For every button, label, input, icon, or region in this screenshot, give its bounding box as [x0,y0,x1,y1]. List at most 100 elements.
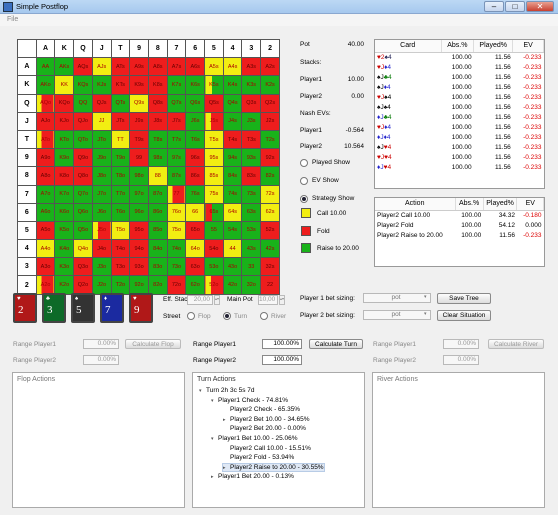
grid-hand-cell[interactable]: QJo [73,111,93,131]
grid-hand-cell[interactable]: 74s [222,184,243,204]
table-row[interactable]: ♥J♦4 100.00 11.56 -0.233 [375,62,544,72]
col-played[interactable]: Played% [473,40,514,53]
grid-hand-cell[interactable]: 65s [204,202,224,222]
grid-hand-cell[interactable]: 54o [204,239,224,259]
board-card[interactable]: ♣ 3 [42,293,66,323]
close-icon[interactable]: ✕ [526,1,554,12]
grid-hand-cell[interactable]: 88 [147,166,168,186]
grid-hand-cell[interactable]: T5o [110,220,131,241]
grid-hand-cell[interactable]: J2o [91,275,112,295]
grid-hand-cell[interactable]: 94s [222,148,243,168]
grid-hand-cell[interactable]: 86s [185,166,206,186]
strategy-show-radio[interactable] [300,195,308,203]
grid-hand-cell[interactable]: J6s [185,111,206,131]
grid-hand-cell[interactable]: 86o [147,202,168,222]
river-range-p2-input[interactable]: 0.00% [443,355,479,365]
grid-hand-cell[interactable]: T6o [110,202,131,222]
grid-hand-cell[interactable]: Q9o [73,148,93,168]
grid-hand-cell[interactable]: 64o [185,239,206,259]
grid-hand-cell[interactable]: Q5o [73,220,93,241]
eff-stack-spinner-icon[interactable]: ▴▾ [214,295,220,305]
grid-hand-cell[interactable]: AQs [73,57,93,77]
grid-hand-cell[interactable]: A3s [241,57,262,77]
grid-hand-cell[interactable]: Q4o [73,239,93,259]
grid-hand-cell[interactable]: 54s [222,220,243,241]
board-card[interactable]: ♦ 7 [100,293,124,323]
grid-hand-cell[interactable]: J8s [147,111,168,131]
grid-hand-cell[interactable]: 93s [241,148,262,168]
grid-hand-cell[interactable]: 43o [222,257,243,277]
grid-hand-cell[interactable]: 43s [241,239,262,259]
tree-toggle-icon[interactable]: ▾ [211,398,218,404]
grid-hand-cell[interactable]: 98o [129,166,149,186]
tree-toggle-icon[interactable]: ▾ [211,436,218,442]
grid-hand-cell[interactable]: K3s [241,75,262,95]
grid-hand-cell[interactable]: KJo [54,111,75,131]
grid-hand-cell[interactable]: K9o [54,148,75,168]
grid-hand-cell[interactable]: JJ [91,111,112,131]
grid-hand-cell[interactable]: 93o [129,257,149,277]
grid-hand-cell[interactable]: QTo [73,129,93,150]
grid-hand-cell[interactable]: 53o [204,257,224,277]
grid-hand-cell[interactable]: 77 [166,184,187,204]
grid-hand-cell[interactable]: K3o [54,257,75,277]
grid-hand-cell[interactable]: JTs [110,111,131,131]
grid-hand-cell[interactable]: KTo [54,129,75,150]
grid-hand-cell[interactable]: AKo [35,75,56,95]
grid-hand-cell[interactable]: 74o [166,239,187,259]
grid-hand-cell[interactable]: A9o [35,148,56,168]
col-card[interactable]: Card [375,40,442,53]
eff-stack-input[interactable]: 20,00 [187,295,213,305]
ev-show-radio[interactable] [300,177,308,185]
grid-hand-cell[interactable]: J3s [241,111,262,131]
grid-hand-cell[interactable]: J5s [204,111,224,131]
board-card[interactable]: ♠ 5 [71,293,95,323]
flop-range-p2-input[interactable]: 0.00% [83,355,119,365]
table-row[interactable]: Player2 Raise to 20.00 100.00 11.56 -0.233 [375,230,544,240]
save-tree-button[interactable]: Save Tree [437,293,491,304]
grid-hand-cell[interactable]: KQo [54,93,75,113]
grid-hand-cell[interactable]: 72o [166,275,187,295]
grid-hand-cell[interactable]: 65o [185,220,206,241]
grid-hand-cell[interactable]: J9s [129,111,149,131]
turn-range-p1-input[interactable]: 100.00% [262,339,302,349]
table-row[interactable]: Player2 Call 10.00 100.00 34.32 -0.180 [375,210,544,220]
grid-hand-cell[interactable]: J5o [91,220,112,241]
grid-hand-cell[interactable]: Q8o [73,166,93,186]
chevron-down-icon[interactable]: ▾ [424,311,427,317]
grid-hand-cell[interactable]: Q7s [166,93,187,113]
grid-hand-cell[interactable]: KQs [73,75,93,95]
board-card[interactable]: ♥ 9 [129,293,153,323]
grid-hand-cell[interactable]: KTs [110,75,131,95]
grid-hand-cell[interactable]: A6o [35,202,56,222]
grid-hand-cell[interactable]: 84o [147,239,168,259]
grid-hand-cell[interactable]: Q2s [260,93,280,113]
grid-hand-cell[interactable]: Q2o [73,275,93,295]
grid-hand-cell[interactable]: TT [110,129,131,150]
grid-hand-cell[interactable]: 87s [166,166,187,186]
grid-hand-cell[interactable]: T9s [129,129,149,150]
grid-hand-cell[interactable]: 53s [241,220,262,241]
grid-hand-cell[interactable]: J3o [91,257,112,277]
grid-hand-cell[interactable]: T2s [260,129,280,150]
tree-node[interactable]: ▾ Player1 Check - 74.81% [211,397,288,404]
grid-hand-cell[interactable]: J9o [91,148,112,168]
grid-hand-cell[interactable]: Q6o [73,202,93,222]
grid-hand-cell[interactable]: Q4s [222,93,243,113]
grid-hand-cell[interactable]: J2s [260,111,280,131]
grid-hand-cell[interactable]: T3o [110,257,131,277]
grid-hand-cell[interactable]: KJs [91,75,112,95]
grid-hand-cell[interactable]: K7s [166,75,187,95]
grid-hand-cell[interactable]: QQ [73,93,93,113]
grid-hand-cell[interactable]: K8o [54,166,75,186]
grid-hand-cell[interactable]: 94o [129,239,149,259]
grid-hand-cell[interactable]: 97s [166,148,187,168]
tree-toggle-icon[interactable]: ▸ [223,417,230,423]
grid-hand-cell[interactable]: 55 [204,220,224,241]
grid-hand-cell[interactable]: K6o [54,202,75,222]
grid-hand-cell[interactable]: K7o [54,184,75,204]
grid-hand-cell[interactable]: AA [35,57,56,77]
col-abs[interactable]: Abs.% [455,198,484,211]
grid-hand-cell[interactable]: A2o [35,275,56,295]
grid-hand-cell[interactable]: T8o [110,166,131,186]
